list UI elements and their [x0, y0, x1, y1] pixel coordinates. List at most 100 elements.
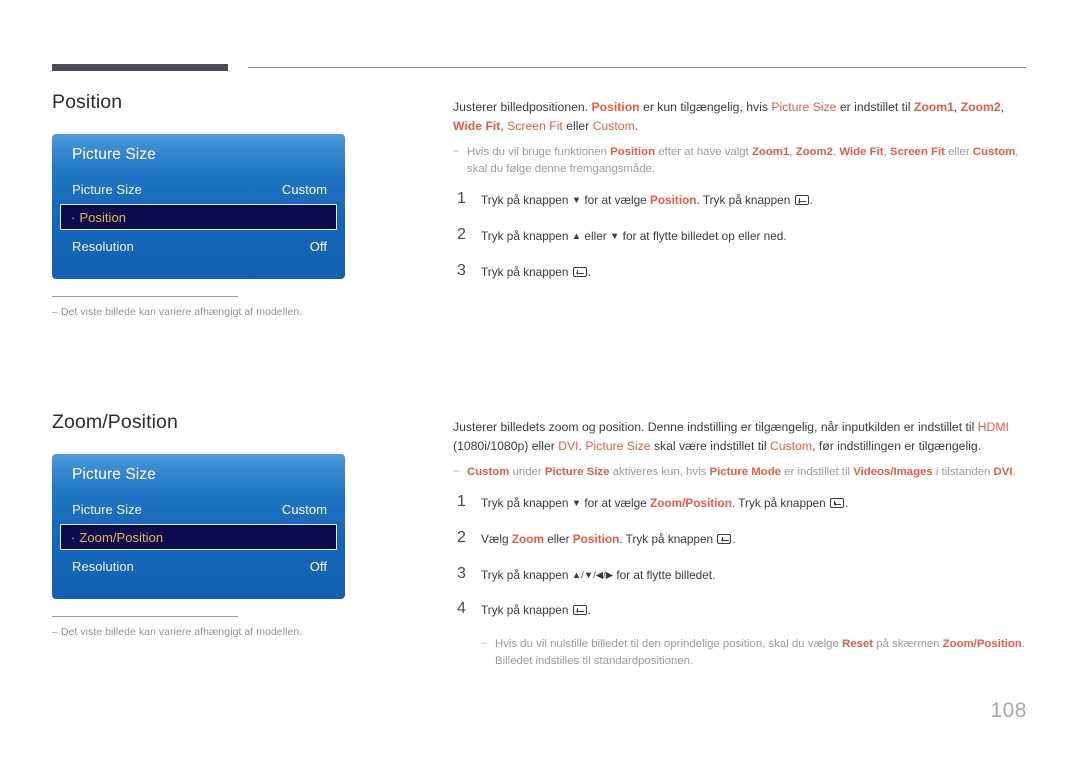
step-number: 2	[457, 528, 466, 546]
text-run: Vælg	[481, 531, 512, 546]
enter-key-icon	[794, 195, 809, 206]
page-number: 108	[990, 699, 1027, 722]
text-run: Justerer billedets zoom og position. Den…	[453, 420, 978, 434]
highlight-term: Zoom2	[795, 146, 833, 159]
highlight-term: Zoom1	[751, 146, 790, 159]
osd-row-value: Custom	[281, 181, 327, 197]
highlight-term: Screen Fit	[507, 118, 563, 133]
highlight-term: Reset	[841, 637, 874, 650]
text-run: (1080i/1080p) eller	[453, 438, 559, 453]
text-run: er indstillet til	[781, 466, 854, 479]
text-run: ,	[953, 100, 961, 114]
page-title: Zoom/Position	[52, 411, 178, 433]
osd-caption: – Det viste billede kan variere afhængigt…	[52, 616, 345, 639]
step-number: 1	[457, 493, 466, 511]
manual-page: Position Picture Size Picture Size Custo…	[0, 0, 1080, 763]
osd-row-resolution[interactable]: Resolution Off	[52, 233, 345, 259]
osd-menu-picture-size: Picture Size Picture Size Custom · Zoom/P…	[52, 454, 345, 600]
osd-row-label-text: Zoom/Position	[79, 529, 164, 545]
enter-key-icon	[572, 266, 587, 277]
enter-key-icon	[572, 605, 587, 616]
bullet-dot-icon: ·	[71, 209, 76, 225]
osd-row-position-selected[interactable]: · Position	[60, 204, 337, 231]
highlight-term: Zoom1	[913, 100, 954, 114]
caption-dash: –	[52, 306, 58, 319]
highlight-term: Screen Fit	[889, 146, 945, 159]
text-run: Hvis du vil bruge funktionen	[467, 146, 611, 159]
osd-row-label-text: Position	[79, 209, 127, 225]
note-dash: –	[453, 145, 460, 158]
enter-key-icon	[717, 533, 732, 544]
text-run: , før indstillingen er tilgængelig.	[812, 438, 982, 453]
section-zoom-position-left: Zoom/Position Picture Size Picture Size …	[52, 411, 397, 639]
caption-body: Det viste billede kan variere afhængigt …	[60, 626, 303, 639]
step-number: 3	[457, 261, 466, 279]
note-dash: –	[481, 636, 488, 649]
highlight-term: Zoom/Position	[649, 496, 732, 511]
text-run: .	[732, 531, 736, 546]
text-run: Tryk på knappen	[481, 496, 572, 511]
highlight-term: Videos/Images	[853, 466, 933, 479]
arrow-down-icon: ▼	[609, 231, 620, 242]
text-run: .	[634, 118, 639, 133]
caption-body: Det viste billede kan variere afhængigt …	[60, 306, 303, 319]
osd-row-label: Picture Size	[72, 501, 142, 517]
osd-caption: – Det viste billede kan variere afhængigt…	[52, 296, 345, 319]
text-run: .	[587, 264, 591, 279]
text-run: for at vælge	[581, 496, 650, 511]
highlight-term: Picture Size	[544, 466, 610, 479]
osd-row-label: · Position	[71, 210, 126, 225]
osd-row-value: Off	[309, 238, 327, 254]
step-number: 2	[457, 226, 466, 243]
osd-menu-picture-size: Picture Size Picture Size Custom · Positi…	[52, 134, 345, 280]
text-run: .	[1012, 466, 1016, 479]
highlight-term: Wide Fit	[839, 146, 884, 159]
text-run: eller	[543, 531, 573, 546]
highlight-term: Position	[610, 146, 656, 159]
text-run: skal være indstillet til	[650, 438, 770, 453]
bullet-dot-icon: ·	[71, 529, 76, 545]
caption-text: – Det viste billede kan variere afhængigt…	[52, 625, 345, 639]
highlight-term: Custom	[770, 438, 813, 453]
highlight-term: Position	[649, 193, 697, 208]
highlight-term: Picture Size	[771, 100, 837, 114]
osd-row-value: Custom	[281, 501, 327, 517]
osd-row-label: Resolution	[72, 558, 134, 574]
header-rule-thick	[52, 64, 228, 71]
header-rule-thin	[248, 67, 1026, 68]
osd-row-label: · Zoom/Position	[71, 530, 163, 545]
highlight-term: Custom	[972, 146, 1016, 159]
highlight-term: HDMI	[977, 420, 1009, 434]
highlight-term: Picture Mode	[709, 466, 782, 479]
text-run: Tryk på knappen	[481, 193, 572, 208]
osd-row-resolution[interactable]: Resolution Off	[52, 553, 345, 579]
text-run: på skærmen	[873, 637, 943, 650]
text-run: . Tryk på knappen	[731, 496, 829, 511]
text-run: i tilstanden	[932, 466, 994, 479]
osd-row-label: Picture Size	[72, 181, 142, 197]
text-run: Justerer billedpositionen.	[453, 100, 592, 114]
osd-row-picture-size[interactable]: Picture Size Custom	[52, 496, 345, 522]
intro-paragraph: Justerer billedpositionen. Position er k…	[453, 98, 1027, 135]
highlight-term: Custom	[592, 118, 635, 133]
note-paragraph: – Hvis du vil bruge funktionen Position e…	[453, 144, 1027, 178]
section-zoom-position-right: Justerer billedets zoom og position. Den…	[453, 418, 1027, 684]
step-item: 2 Vælg Zoom eller Position. Tryk på knapp…	[453, 528, 1027, 549]
arrow-cluster-icon: ▲/▼/◀/▶	[571, 569, 614, 581]
osd-row-picture-size[interactable]: Picture Size Custom	[52, 176, 345, 202]
text-run: eller	[581, 229, 610, 243]
text-run: Tryk på knappen	[481, 567, 572, 582]
text-run: .	[809, 193, 813, 208]
text-run: for at vælge	[581, 193, 650, 208]
text-run: Tryk på knappen	[481, 264, 572, 279]
text-run: under	[509, 466, 545, 479]
text-run: . Tryk på knappen	[619, 531, 717, 546]
highlight-term: Position	[591, 100, 640, 114]
osd-row-zoom-position-selected[interactable]: · Zoom/Position	[60, 524, 337, 551]
step-item: 3 Tryk på knappen .	[453, 261, 1027, 282]
section-position-right: Justerer billedpositionen. Position er k…	[453, 98, 1027, 281]
header-rule	[52, 64, 1026, 74]
text-run: eller	[944, 146, 973, 159]
osd-title: Picture Size	[72, 146, 156, 164]
arrow-up-icon: ▲	[571, 231, 582, 242]
